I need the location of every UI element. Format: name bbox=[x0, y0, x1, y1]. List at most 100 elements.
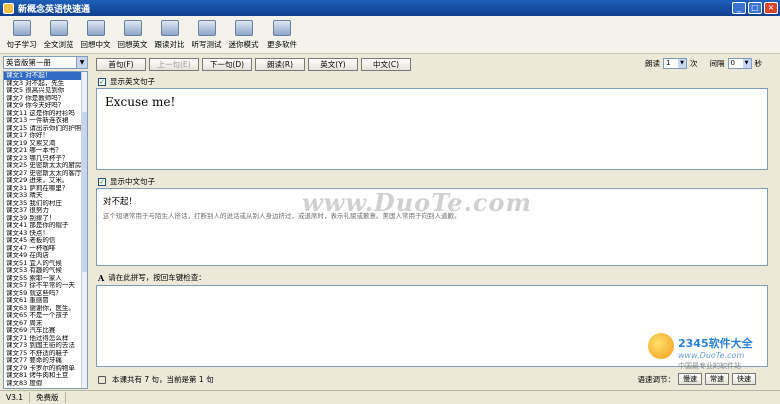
lesson-item[interactable]: 课文41 那是你的帽子 bbox=[4, 222, 82, 230]
lesson-item[interactable]: 课文77 要命的牙痛 bbox=[4, 357, 82, 365]
window-title: 新概念英语快速通 bbox=[18, 4, 91, 15]
lesson-item[interactable]: 课文43 快点！ bbox=[4, 230, 82, 238]
lesson-item[interactable]: 课文49 在肉店 bbox=[4, 252, 82, 260]
first-sentence-button[interactable]: 首句(F) bbox=[96, 57, 146, 71]
toolbar-read-compare[interactable]: 跟读对比 bbox=[151, 16, 188, 54]
lesson-item[interactable]: 课文57 徐不平常的一天 bbox=[4, 282, 82, 290]
read-aloud-button[interactable]: 朗读(R) bbox=[255, 57, 305, 71]
edition-label: 免费版 bbox=[30, 392, 66, 403]
read-count-label: 朗读 bbox=[645, 59, 660, 68]
lesson-item[interactable]: 课文83 度假 bbox=[4, 380, 82, 388]
lesson-item[interactable]: 课文19 又累又渴 bbox=[4, 140, 82, 148]
normal-speed-button[interactable]: 常速 bbox=[705, 373, 729, 385]
book-icon bbox=[49, 20, 68, 36]
lesson-item[interactable]: 课文75 不舒适的鞋子 bbox=[4, 350, 82, 358]
toolbar-mini-mode[interactable]: 迷你模式 bbox=[225, 16, 262, 54]
lesson-list[interactable]: 课文1 对不起！ 课文3 对不起，先生 课文5 很高兴见到你 课文7 你是教师吗？ 课文… bbox=[3, 71, 88, 389]
interval-label: 间隔 bbox=[709, 59, 725, 68]
progress-text: 本课共有 7 句，当前是第 1 句 bbox=[112, 375, 214, 384]
main-toolbar: 句子学习 全文浏览 回想中文 回想英文 跟读对比 听写测试 迷你模式 更多软件 bbox=[0, 16, 780, 54]
speaker-icon[interactable] bbox=[98, 375, 106, 384]
slow-speed-button[interactable]: 慢速 bbox=[678, 373, 702, 385]
app-icon bbox=[3, 2, 14, 14]
toolbar-sentence-study[interactable]: 句子学习 bbox=[3, 16, 40, 54]
show-english-option[interactable]: ✓ 显示英文句子 bbox=[98, 76, 155, 87]
show-chinese-checkbox[interactable]: ✓ bbox=[98, 177, 106, 186]
chevron-down-icon[interactable]: ▼ bbox=[742, 59, 751, 68]
lesson-item[interactable]: 课文35 我们的村庄 bbox=[4, 200, 82, 208]
lesson-item[interactable]: 课文61 重感冒 bbox=[4, 297, 82, 305]
toolbar-full-text[interactable]: 全文浏览 bbox=[40, 16, 77, 54]
lesson-item[interactable]: 课文47 一杯咖啡 bbox=[4, 245, 82, 253]
lesson-item[interactable]: 课文15 请出示你们的护照 bbox=[4, 125, 82, 133]
lesson-item[interactable]: 课文1 对不起！ bbox=[4, 72, 82, 80]
lesson-item[interactable]: 课文33 晴天 bbox=[4, 192, 82, 200]
toolbar-recall-english[interactable]: 回想英文 bbox=[114, 16, 151, 54]
lesson-item[interactable]: 课文59 就这些吗？ bbox=[4, 290, 82, 298]
close-button[interactable]: × bbox=[764, 2, 778, 14]
chinese-button[interactable]: 中文(C) bbox=[361, 57, 411, 71]
next-sentence-button[interactable]: 下一句(D) bbox=[202, 57, 252, 71]
sentence-icon bbox=[12, 20, 31, 36]
lesson-item[interactable]: 课文51 宜人的气候 bbox=[4, 260, 82, 268]
book-select[interactable]: 英音版第一册 ▼ bbox=[3, 56, 88, 69]
chevron-down-icon[interactable]: ▼ bbox=[678, 59, 686, 68]
lesson-item[interactable]: 课文67 周末 bbox=[4, 320, 82, 328]
toolbar-recall-chinese[interactable]: 回想中文 bbox=[77, 16, 114, 54]
sentence-nav: 首句(F) 上一句(E) 下一句(D) 朗读(R) 英文(Y) 中文(C) 朗读… bbox=[96, 57, 780, 71]
fast-speed-button[interactable]: 快速 bbox=[732, 373, 756, 385]
maximize-button[interactable]: □ bbox=[748, 2, 762, 14]
times-label: 次 bbox=[690, 59, 698, 68]
lesson-item[interactable]: 课文3 对不起，先生 bbox=[4, 80, 82, 88]
lesson-item[interactable]: 课文31 萨莉在哪里？ bbox=[4, 185, 82, 193]
lesson-item[interactable]: 课文39 别摔了！ bbox=[4, 215, 82, 223]
toolbar-dictation[interactable]: 听写测试 bbox=[188, 16, 225, 54]
interval-select[interactable]: 0 ▼ bbox=[727, 58, 752, 69]
brand-logo-icon bbox=[648, 333, 674, 359]
lesson-item[interactable]: 课文55 索耶一家人 bbox=[4, 275, 82, 283]
lesson-item[interactable]: 课文11 这是你的衬衫吗 bbox=[4, 110, 82, 118]
toolbar-more-software[interactable]: 更多软件 bbox=[262, 16, 302, 54]
lesson-item[interactable]: 课文29 进来，艾米。 bbox=[4, 177, 82, 185]
show-chinese-option[interactable]: ✓ 显示中文句子 bbox=[98, 176, 155, 187]
lesson-item[interactable]: 课文9 你今天好吗？ bbox=[4, 102, 82, 110]
lesson-item[interactable]: 课文73 到国王街的去法 bbox=[4, 342, 82, 350]
lesson-item[interactable]: 课文71 他过得怎么样 bbox=[4, 335, 82, 343]
lesson-item[interactable]: 课文5 很高兴见到你 bbox=[4, 87, 82, 95]
lesson-item[interactable]: 课文37 很努力 bbox=[4, 207, 82, 215]
scroll-thumb[interactable] bbox=[82, 112, 87, 272]
lesson-item[interactable]: 课文81 烤牛肉和土豆 bbox=[4, 372, 82, 380]
lesson-scrollbar[interactable] bbox=[81, 72, 87, 388]
minimize-button[interactable]: _ bbox=[732, 2, 746, 14]
globe-icon bbox=[234, 20, 253, 36]
status-bar: V3.1 免费版 bbox=[0, 390, 780, 404]
watermark-logo: 2345软件大全 www.DuoTe.com 中国最专业的软件站 bbox=[648, 331, 768, 371]
version-label: V3.1 bbox=[0, 392, 31, 403]
monitor-icon bbox=[160, 20, 179, 36]
lesson-item[interactable]: 课文21 哪一本书？ bbox=[4, 147, 82, 155]
lesson-item[interactable]: 课文13 一件新连衣裙 bbox=[4, 117, 82, 125]
folder-icon bbox=[123, 20, 142, 36]
software-icon bbox=[273, 20, 291, 36]
lesson-item[interactable]: 课文65 不是一个孩子 bbox=[4, 312, 82, 320]
english-sentence: Excuse me! bbox=[105, 95, 176, 109]
pen-icon bbox=[197, 20, 216, 36]
lesson-item[interactable]: 课文45 老板的信 bbox=[4, 237, 82, 245]
progress-info: 本课共有 7 句，当前是第 1 句 bbox=[98, 374, 214, 385]
lesson-item[interactable]: 课文69 汽车比赛 bbox=[4, 327, 82, 335]
cd-icon bbox=[86, 20, 105, 36]
lesson-item[interactable]: 课文63 谢谢你，医生。 bbox=[4, 305, 82, 313]
chevron-down-icon[interactable]: ▼ bbox=[76, 57, 87, 68]
lesson-item[interactable]: 课文27 史密斯太太的客厅 bbox=[4, 170, 82, 178]
english-button[interactable]: 英文(Y) bbox=[308, 57, 358, 71]
lesson-item[interactable]: 课文17 你好！ bbox=[4, 132, 82, 140]
read-count-select[interactable]: 1 ▼ bbox=[663, 58, 687, 69]
lesson-item[interactable]: 课文7 你是教师吗？ bbox=[4, 95, 82, 103]
lesson-item[interactable]: 课文79 卡罗尔的购物单 bbox=[4, 365, 82, 373]
show-english-checkbox[interactable]: ✓ bbox=[98, 77, 106, 86]
typing-prompt: A 请在此拼写，按回车键检查： bbox=[98, 272, 206, 283]
lesson-item[interactable]: 课文23 哪几只杯子？ bbox=[4, 155, 82, 163]
prev-sentence-button[interactable]: 上一句(E) bbox=[149, 57, 199, 71]
lesson-item[interactable]: 课文53 有趣的气候 bbox=[4, 267, 82, 275]
lesson-item[interactable]: 课文25 史密斯太太的厨房 bbox=[4, 162, 82, 170]
